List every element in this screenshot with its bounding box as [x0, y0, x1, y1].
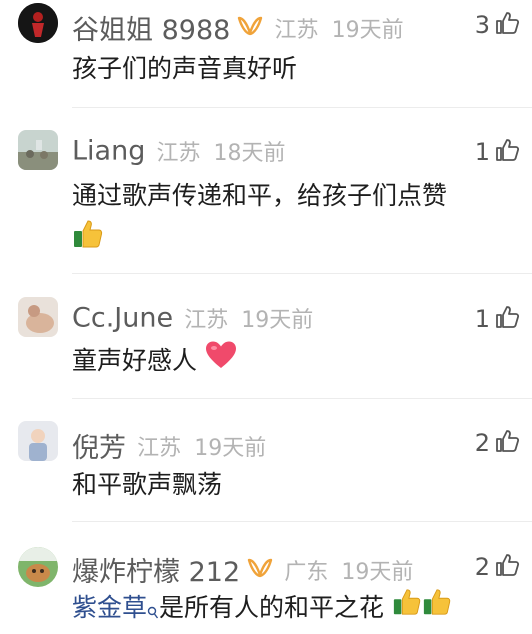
location: 江苏 — [137, 435, 182, 461]
comment-meta: Liang 江苏 18天前 — [72, 135, 286, 167]
thumbs-up-icon — [494, 428, 520, 458]
username[interactable]: Cc.June — [72, 303, 173, 334]
username[interactable]: Liang — [72, 136, 145, 167]
location: 江苏 — [274, 17, 319, 43]
thumbs-up-icon — [494, 137, 520, 167]
thumbs-up-icon — [494, 10, 520, 40]
comment-text-content: 童声好感人 — [72, 346, 198, 375]
timestamp: 19天前 — [194, 435, 267, 461]
comment-text: 紫金草 是所有人的和平之花 — [72, 586, 512, 634]
like-button[interactable]: 1 — [475, 304, 520, 334]
like-button[interactable]: 2 — [475, 428, 520, 458]
comment-text: 孩子们的声音真好听 — [72, 47, 512, 91]
avatar[interactable] — [18, 130, 58, 170]
like-count: 2 — [474, 553, 490, 581]
like-count: 1 — [474, 305, 490, 333]
avatar-image — [18, 297, 58, 337]
avatar-image — [18, 421, 58, 461]
search-icon[interactable] — [147, 590, 159, 634]
comment-text: 通过歌声传递和平，给孩子们点赞 — [72, 174, 512, 264]
vip-badge-icon — [247, 557, 273, 583]
like-button[interactable]: 1 — [475, 137, 520, 167]
comment-meta: 谷姐姐 8988 江苏 19天前 — [72, 8, 404, 47]
avatar-image — [18, 547, 58, 587]
like-count: 3 — [474, 11, 490, 39]
username[interactable]: 倪芳 — [72, 433, 126, 464]
thumbs-up-emoji — [392, 587, 422, 631]
comment-text-content: 孩子们的声音真好听 — [72, 54, 298, 83]
comment-text-content: 通过歌声传递和平，给孩子们点赞 — [72, 181, 448, 210]
comment-text: 童声好感人 — [72, 339, 512, 384]
avatar[interactable] — [18, 3, 58, 43]
divider — [72, 398, 532, 399]
heart-emoji — [205, 340, 237, 384]
like-button[interactable]: 3 — [475, 10, 520, 40]
avatar[interactable] — [18, 297, 58, 337]
divider — [72, 273, 532, 274]
timestamp: 19天前 — [341, 559, 414, 585]
location: 江苏 — [156, 141, 201, 166]
comment-text: 和平歌声飘荡 — [72, 463, 512, 507]
avatar-image — [18, 3, 58, 43]
vip-badge-icon — [237, 15, 263, 41]
divider — [72, 521, 532, 522]
location: 广东 — [284, 559, 329, 585]
username[interactable]: 谷姐姐 8988 — [72, 15, 230, 46]
username[interactable]: 爆炸柠檬 212 — [72, 557, 240, 588]
comment-text-content: 和平歌声飘荡 — [72, 470, 223, 499]
timestamp: 19天前 — [241, 308, 314, 333]
divider — [72, 107, 532, 108]
comment-text-content: 是所有人的和平之花 — [159, 593, 385, 622]
avatar[interactable] — [18, 547, 58, 587]
thumbs-up-emoji — [72, 218, 104, 264]
comment-meta: 爆炸柠檬 212 广东 19天前 — [72, 550, 413, 589]
comment-meta: Cc.June 江苏 19天前 — [72, 302, 313, 334]
thumbs-up-icon — [494, 552, 520, 582]
location: 江苏 — [184, 308, 229, 333]
like-count: 2 — [474, 429, 490, 457]
avatar-image — [18, 130, 58, 170]
mention-link[interactable]: 紫金草 — [72, 593, 147, 622]
comment-meta: 倪芳 江苏 19天前 — [72, 426, 266, 465]
timestamp: 18天前 — [213, 141, 286, 166]
timestamp: 19天前 — [331, 17, 404, 43]
thumbs-up-icon — [494, 304, 520, 334]
like-button[interactable]: 2 — [475, 552, 520, 582]
thumbs-up-emoji — [422, 587, 452, 631]
like-count: 1 — [474, 138, 490, 166]
avatar[interactable] — [18, 421, 58, 461]
